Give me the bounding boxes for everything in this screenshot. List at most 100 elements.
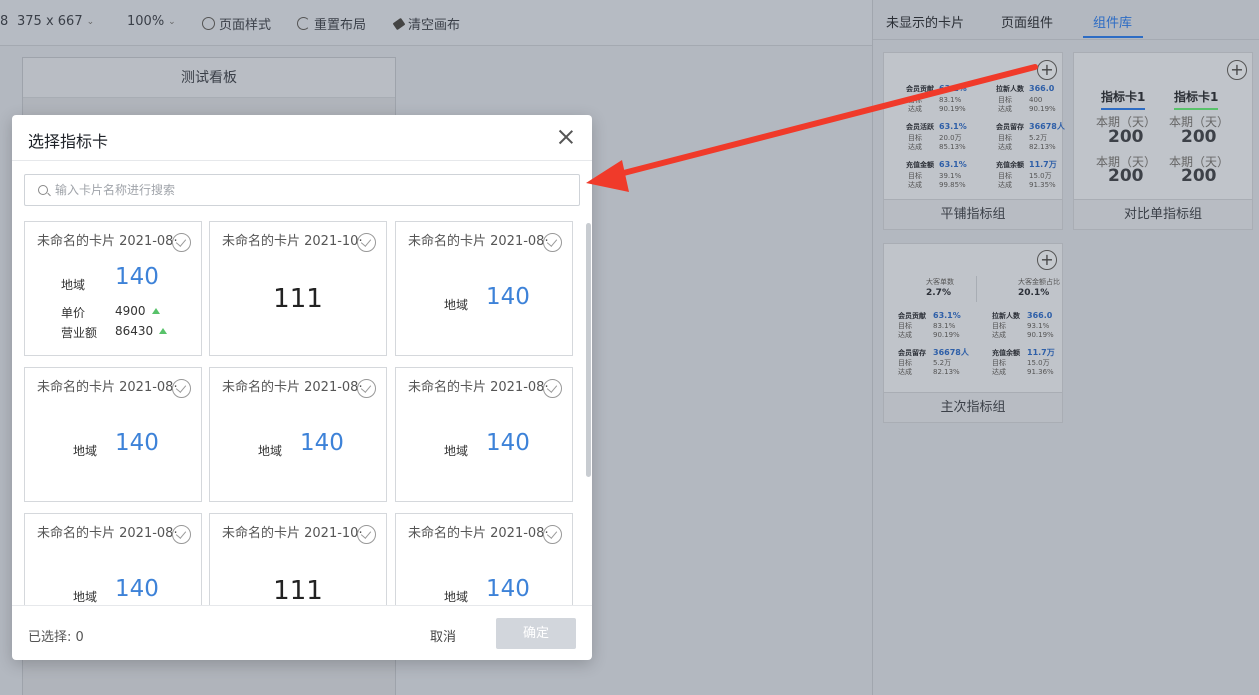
card-title: 未命名的卡片 2021-08·· — [37, 380, 177, 395]
check-icon[interactable] — [172, 233, 191, 252]
check-icon[interactable] — [543, 233, 562, 252]
card-sub-value: 4900 — [115, 304, 160, 318]
preview-metric-value: 63.1% — [933, 311, 961, 320]
check-icon[interactable] — [172, 379, 191, 398]
page-style-label: 页面样式 — [219, 18, 272, 33]
tab-hidden-cards[interactable]: 未显示的卡片 — [886, 12, 964, 31]
preview-row-value: 99.85% — [939, 181, 966, 189]
metric-card[interactable]: 未命名的卡片 2021-08·· 地域 140 — [24, 513, 202, 605]
card-label: 地域 — [61, 278, 86, 292]
preview-metric-value: 63.1% — [939, 160, 967, 169]
add-icon[interactable]: + — [1037, 60, 1057, 80]
preview-metric-value: 63.1% — [939, 84, 967, 93]
metric-card[interactable]: 未命名的卡片 2021-08·· 地域 140 单价 4900 营业额 86430 — [24, 221, 202, 356]
metric-card[interactable]: 未命名的卡片 2021-08·· 地域 140 — [24, 367, 202, 502]
library-item-label: 主次指标组 — [884, 392, 1062, 422]
toolbar-fragment: 8 — [0, 14, 9, 29]
cancel-button[interactable]: 取消 — [430, 626, 456, 645]
clear-canvas-button[interactable]: 清空画布 — [392, 14, 461, 33]
selected-count: 已选择: 0 — [28, 630, 84, 645]
card-value: 140 — [115, 264, 159, 290]
preview-metric-name: 充值余额 — [992, 349, 1020, 357]
preview-metric-name: 充值金额 — [906, 161, 934, 169]
check-icon[interactable] — [172, 525, 191, 544]
page-style-button[interactable]: 页面样式 — [202, 14, 271, 33]
device-size-select[interactable]: 375 x 667 ⌄ — [17, 14, 94, 29]
primary-group-preview: 大客单数 2.7% 大客金额占比 20.1% 会员贡献 63.1% 目标 83.1% 达成 90.… — [884, 244, 1062, 393]
library-item-compare-group[interactable]: 指标卡1 指标卡1 本期（天） 本期（天） 200 200 本期（天） 本期（天… — [1073, 52, 1253, 230]
add-icon[interactable]: + — [1227, 60, 1247, 80]
preview-row-value: 20.0万 — [939, 134, 962, 142]
reset-icon — [297, 17, 310, 30]
dialog-footer: 已选择: 0 取消 确定 — [12, 605, 592, 660]
preview-row-label: 目标 — [908, 134, 922, 142]
preview-row-label: 目标 — [992, 359, 1006, 367]
card-title: 未命名的卡片 2021-08·· — [37, 526, 177, 541]
preview-row-value: 400 — [1029, 96, 1043, 104]
preview-row-value: 5.2万 — [1029, 134, 1048, 142]
preview-row-label: 达成 — [898, 368, 912, 376]
preview-row-value: 15.0万 — [1029, 172, 1052, 180]
preview-row-label: 达成 — [992, 368, 1006, 376]
scrollbar[interactable] — [586, 223, 591, 477]
card-sub-number: 86430 — [115, 324, 154, 338]
card-value: 140 — [115, 430, 159, 456]
card-value: 140 — [486, 430, 530, 456]
tab-component-library[interactable]: 组件库 — [1093, 12, 1132, 31]
metric-card[interactable]: 未命名的卡片 2021-08·· 地域 140 — [395, 367, 573, 502]
preview-value: 200 — [1108, 127, 1144, 147]
check-icon[interactable] — [357, 525, 376, 544]
check-icon[interactable] — [357, 379, 376, 398]
device-size-value: 375 x 667 — [17, 14, 83, 29]
card-value: 111 — [273, 284, 323, 314]
preview-row-value: 5.2万 — [933, 359, 952, 367]
preview-row-label: 目标 — [992, 322, 1006, 330]
preview-row-label: 达成 — [998, 181, 1012, 189]
preview-row-value: 83.1% — [933, 322, 956, 330]
preview-row-label: 达成 — [998, 105, 1012, 113]
card-grid: 未命名的卡片 2021-08·· 地域 140 单价 4900 营业额 86430 未命名的卡… — [12, 219, 592, 605]
preview-top-name: 大客单数 — [926, 278, 954, 286]
check-icon[interactable] — [543, 525, 562, 544]
preview-value: 200 — [1108, 166, 1144, 186]
card-label: 地域 — [73, 590, 98, 604]
add-icon[interactable]: + — [1037, 250, 1057, 270]
card-value: 140 — [300, 430, 344, 456]
up-arrow-icon — [151, 308, 160, 314]
card-title: 未命名的卡片 2021-10·· — [222, 234, 362, 249]
check-icon[interactable] — [357, 233, 376, 252]
library-item-label: 平铺指标组 — [884, 199, 1062, 229]
reset-layout-label: 重置布局 — [314, 18, 367, 33]
clear-canvas-label: 清空画布 — [408, 18, 461, 33]
eraser-icon — [392, 17, 406, 30]
search-input[interactable] — [55, 175, 575, 205]
preview-metric-value: 36678人 — [933, 348, 969, 357]
library-item-tiled-group[interactable]: 会员贡献 63.1% 目标 83.1% 达成 90.19% 拉新人数 366.0 目标 400 达成… — [883, 52, 1065, 230]
preview-row-value: 91.35% — [1029, 181, 1056, 189]
preview-metric-value: 366.0 — [1027, 311, 1053, 320]
confirm-button[interactable]: 确定 — [496, 618, 576, 649]
metric-card[interactable]: 未命名的卡片 2021-10·· 111 — [209, 221, 387, 356]
preview-metric-value: 11.7万 — [1027, 348, 1055, 357]
card-label: 地域 — [444, 590, 469, 604]
board-title: 测试看板 — [23, 58, 395, 98]
metric-card[interactable]: 未命名的卡片 2021-08·· 地域 140 — [395, 221, 573, 356]
chevron-down-icon: ⌄ — [86, 16, 95, 27]
metric-card[interactable]: 未命名的卡片 2021-08·· 地域 140 — [209, 367, 387, 502]
select-card-dialog: 选择指标卡 未命名的卡片 2021-08·· 地域 140 单价 4900 营业额 8643… — [12, 115, 592, 660]
check-icon[interactable] — [543, 379, 562, 398]
card-title: 未命名的卡片 2021-10·· — [222, 526, 362, 541]
reset-layout-button[interactable]: 重置布局 — [297, 14, 366, 33]
preview-row-label: 达成 — [908, 143, 922, 151]
card-title: 未命名的卡片 2021-08·· — [408, 526, 548, 541]
metric-card[interactable]: 未命名的卡片 2021-08·· 地域 140 — [395, 513, 573, 605]
card-sub-value: 86430 — [115, 324, 168, 338]
tab-page-components[interactable]: 页面组件 — [1001, 12, 1053, 31]
card-title: 未命名的卡片 2021-08·· — [408, 234, 548, 249]
close-icon[interactable] — [558, 129, 574, 145]
zoom-select[interactable]: 100% ⌄ — [127, 14, 176, 29]
library-item-primary-group[interactable]: 大客单数 2.7% 大客金额占比 20.1% 会员贡献 63.1% 目标 83.1% 达成 90.… — [883, 243, 1063, 423]
metric-card[interactable]: 未命名的卡片 2021-10·· 111 — [209, 513, 387, 605]
preview-row-label: 达成 — [992, 331, 1006, 339]
preview-metric-name: 会员活跃 — [906, 123, 934, 131]
